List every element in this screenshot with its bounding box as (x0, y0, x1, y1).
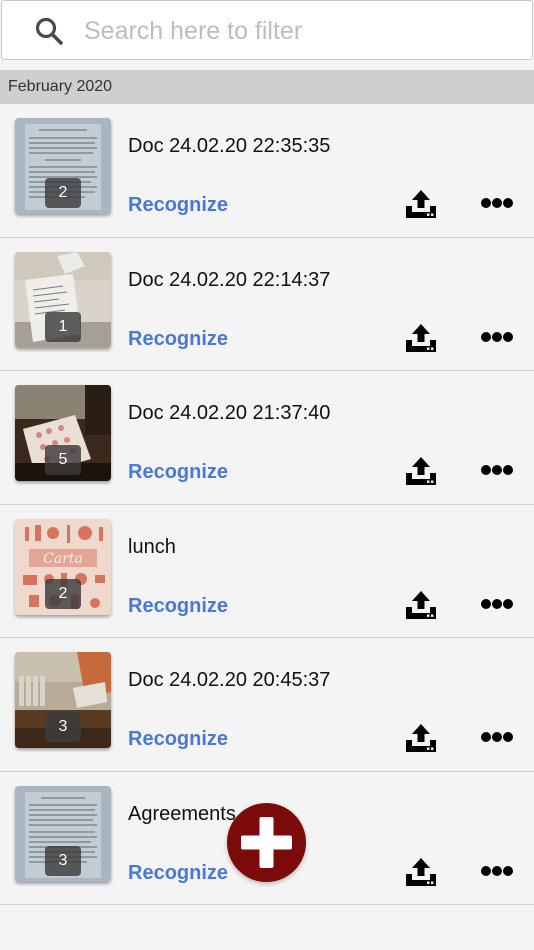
document-title[interactable]: Doc 24.02.20 21:37:40 (128, 402, 330, 425)
document-thumbnail[interactable]: 2 (15, 118, 111, 214)
page-count-badge: 5 (45, 445, 81, 475)
page-count-badge: 3 (45, 845, 81, 876)
document-thumbnail[interactable]: 5 (15, 385, 111, 481)
recognize-button[interactable]: Recognize (128, 194, 228, 217)
more-icon[interactable] (481, 463, 513, 477)
section-header-month: February 2020 (0, 70, 534, 104)
upload-icon[interactable] (405, 455, 437, 487)
more-icon[interactable] (481, 864, 513, 878)
document-thumbnail[interactable]: 3 (15, 652, 111, 748)
recognize-button[interactable]: Recognize (128, 728, 228, 751)
document-list: 2 Doc 24.02.20 22:35:35 Recognize 1 Doc … (0, 104, 534, 905)
document-item[interactable]: Carta 2 lunch Recognize (0, 504, 534, 638)
document-title[interactable]: Doc 24.02.20 22:14:37 (128, 269, 330, 292)
app-screen: February 2020 2 (0, 0, 534, 950)
recognize-button[interactable]: Recognize (128, 862, 228, 885)
document-item[interactable]: 5 Doc 24.02.20 21:37:40 Recognize (0, 371, 534, 505)
document-thumbnail[interactable]: 3 (15, 785, 111, 882)
page-count-badge: 2 (45, 178, 81, 208)
upload-icon[interactable] (405, 322, 437, 354)
document-title[interactable]: Agreements (128, 803, 236, 826)
svg-text:Carta: Carta (43, 551, 83, 567)
search-icon (35, 17, 63, 45)
more-icon[interactable] (481, 330, 513, 344)
document-title[interactable]: Doc 24.02.20 22:35:35 (128, 135, 330, 158)
document-item[interactable]: 3 Doc 24.02.20 20:45:37 Recognize (0, 638, 534, 772)
recognize-button[interactable]: Recognize (128, 595, 228, 618)
document-item[interactable]: 2 Doc 24.02.20 22:35:35 Recognize (0, 104, 534, 238)
upload-icon[interactable] (405, 722, 437, 754)
upload-icon[interactable] (405, 188, 437, 220)
recognize-button[interactable]: Recognize (128, 461, 228, 484)
document-title[interactable]: Doc 24.02.20 20:45:37 (128, 669, 330, 692)
search-input[interactable] (84, 11, 514, 51)
page-count-badge: 2 (45, 578, 81, 609)
add-document-button[interactable] (227, 803, 306, 882)
document-thumbnail[interactable]: 1 (15, 251, 111, 348)
more-icon[interactable] (481, 196, 513, 210)
upload-icon[interactable] (405, 589, 437, 621)
more-icon[interactable] (481, 730, 513, 744)
upload-icon[interactable] (405, 856, 437, 888)
search-bar (1, 0, 533, 60)
document-item[interactable]: 1 Doc 24.02.20 22:14:37 Recognize (0, 237, 534, 371)
page-count-badge: 1 (45, 311, 81, 342)
recognize-button[interactable]: Recognize (128, 328, 228, 351)
document-thumbnail[interactable]: Carta 2 (15, 518, 111, 615)
document-title[interactable]: lunch (128, 536, 176, 559)
page-count-badge: 3 (45, 712, 81, 742)
plus-icon (241, 817, 292, 868)
more-icon[interactable] (481, 597, 513, 611)
